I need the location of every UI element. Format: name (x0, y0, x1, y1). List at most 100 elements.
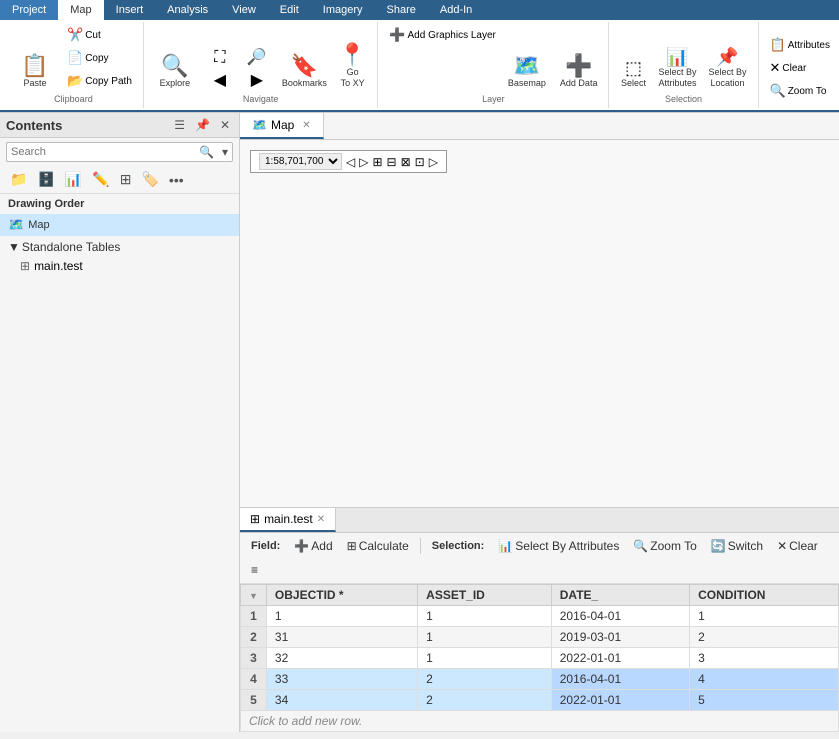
table-row[interactable]: 33212022-01-013 (241, 648, 839, 669)
scale-select[interactable]: 1:58,701,700 (259, 153, 342, 170)
bookmarks-button[interactable]: 🔖 Bookmarks (277, 52, 332, 92)
table-panel-tab[interactable]: ⊞ main.test ✕ (240, 508, 336, 532)
select-by-attributes-button[interactable]: 📊 Select By Attributes (653, 45, 701, 92)
nav-prev[interactable]: ◁ (346, 155, 355, 169)
table-row[interactable]: 53422022-01-015 (241, 690, 839, 711)
cell-date_[interactable]: 2016-04-01 (551, 669, 689, 690)
clear-toolbar-button[interactable]: ✕ Clear (772, 536, 823, 556)
cell-asset_id[interactable]: 2 (418, 690, 552, 711)
tab-view[interactable]: View (220, 0, 268, 20)
table-panel-tab-close[interactable]: ✕ (317, 514, 325, 525)
select-by-attributes-icon: 📊 (666, 48, 688, 66)
cell-objectid[interactable]: 32 (266, 648, 417, 669)
sidebar-tool-pen[interactable]: ✏️ (88, 168, 113, 191)
switch-toolbar-button[interactable]: 🔄 Switch (706, 536, 768, 556)
search-icon[interactable]: 🔍 (195, 143, 218, 161)
sidebar-list-icon[interactable]: ☰ (171, 117, 188, 133)
zoom-to-toolbar-button[interactable]: 🔍 Zoom To (628, 536, 701, 556)
forward-button[interactable]: ▶ (239, 70, 275, 92)
gotoxy-button[interactable]: 📍 Go To XY (334, 41, 371, 92)
nav-next[interactable]: ▷ (359, 155, 368, 169)
map-tabs: 🗺️ Map ✕ (240, 113, 839, 140)
main-test-item[interactable]: ⊞ main.test (0, 256, 239, 276)
select-button[interactable]: ⬚ Select (615, 56, 651, 92)
sidebar-tool-more[interactable]: ••• (165, 169, 188, 191)
paste-icon: 📋 (21, 55, 48, 77)
add-row-label[interactable]: Click to add new row. (241, 711, 839, 732)
map-tab[interactable]: 🗺️ Map ✕ (240, 113, 324, 139)
attr-zoom-button[interactable]: 🔍 Zoom To (765, 80, 835, 102)
table-scroll[interactable]: ▼ OBJECTID * ASSET_ID DATE_ CONDITION 11… (240, 584, 839, 732)
table-row[interactable]: 43322016-04-014 (241, 669, 839, 690)
col-header-objectid[interactable]: OBJECTID * (266, 585, 417, 606)
sidebar-tool-folder[interactable]: 📁 (6, 168, 31, 191)
copy-path-button[interactable]: 📂 Copy Path (62, 70, 137, 92)
tab-map[interactable]: Map (58, 0, 103, 20)
cell-objectid[interactable]: 31 (266, 627, 417, 648)
sidebar-close-icon[interactable]: ✕ (217, 117, 233, 133)
select-by-attributes-toolbar-button[interactable]: 📊 Select By Attributes (493, 536, 624, 556)
collapse-icon[interactable]: ▼ (8, 240, 20, 254)
paste-button[interactable]: 📋 Paste (10, 52, 60, 92)
calculate-button[interactable]: ⊞ Calculate (342, 536, 414, 556)
table-row[interactable]: 1112016-04-011 (241, 606, 839, 627)
cut-button[interactable]: ✂️ Cut (62, 24, 137, 46)
cell-condition[interactable]: 1 (690, 606, 839, 627)
col-header-date[interactable]: DATE_ (551, 585, 689, 606)
cell-condition[interactable]: 3 (690, 648, 839, 669)
tab-edit[interactable]: Edit (268, 0, 311, 20)
map-canvas[interactable]: 1:58,701,700 ◁ ▷ ⊞ ⊟ ⊠ ⊡ ▷ (240, 140, 839, 507)
cell-condition[interactable]: 2 (690, 627, 839, 648)
tab-analysis[interactable]: Analysis (155, 0, 220, 20)
cell-date_[interactable]: 2016-04-01 (551, 606, 689, 627)
search-input[interactable] (7, 144, 195, 160)
fullextent-button[interactable]: ⛶ (202, 47, 238, 69)
add-field-button[interactable]: ➕ Add (289, 536, 337, 556)
attributes-button[interactable]: 📋 Attributes (765, 34, 835, 56)
cell-condition[interactable]: 5 (690, 690, 839, 711)
scale-icon3[interactable]: ⊠ (401, 155, 411, 169)
sidebar-pin-icon[interactable]: 📌 (192, 117, 213, 133)
cell-objectid[interactable]: 34 (266, 690, 417, 711)
sidebar-tool-db[interactable]: 🗄️ (33, 168, 58, 191)
cell-date_[interactable]: 2022-01-01 (551, 690, 689, 711)
map-layer-item[interactable]: 🗺️ Map (0, 214, 239, 236)
search-dropdown-icon[interactable]: ▾ (218, 143, 232, 161)
col-header-condition[interactable]: CONDITION (690, 585, 839, 606)
copy-button[interactable]: 📄 Copy (62, 47, 137, 69)
attr-clear-button[interactable]: ✕ Clear (765, 57, 835, 79)
tab-project[interactable]: Project (0, 0, 58, 20)
scale-icon5[interactable]: ▷ (429, 155, 438, 169)
tab-insert[interactable]: Insert (104, 0, 156, 20)
col-header-assetid[interactable]: ASSET_ID (418, 585, 552, 606)
scale-icon2[interactable]: ⊟ (387, 155, 397, 169)
add-data-button[interactable]: ➕ Add Data (555, 52, 603, 92)
cell-objectid[interactable]: 1 (266, 606, 417, 627)
zoomin-button[interactable]: 🔎 (239, 47, 275, 69)
cell-date_[interactable]: 2022-01-01 (551, 648, 689, 669)
back-button[interactable]: ◀ (202, 70, 238, 92)
scale-icon4[interactable]: ⊡ (415, 155, 425, 169)
add-row-row[interactable]: Click to add new row. (241, 711, 839, 732)
tab-imagery[interactable]: Imagery (311, 0, 375, 20)
cell-condition[interactable]: 4 (690, 669, 839, 690)
cell-objectid[interactable]: 33 (266, 669, 417, 690)
cell-asset_id[interactable]: 1 (418, 648, 552, 669)
cell-asset_id[interactable]: 1 (418, 627, 552, 648)
sidebar-tool-chart[interactable]: 📊 (61, 168, 86, 191)
select-by-location-button[interactable]: 📌 Select By Location (703, 45, 751, 92)
cell-date_[interactable]: 2019-03-01 (551, 627, 689, 648)
table-row[interactable]: 23112019-03-012 (241, 627, 839, 648)
more-toolbar-button[interactable]: ≡ (246, 560, 263, 580)
map-tab-close[interactable]: ✕ (302, 120, 310, 131)
explore-button[interactable]: 🔍 Explore (150, 52, 200, 92)
add-graphics-button[interactable]: ➕ Add Graphics Layer (384, 24, 501, 46)
cell-asset_id[interactable]: 1 (418, 606, 552, 627)
cell-asset_id[interactable]: 2 (418, 669, 552, 690)
sidebar-tool-tag[interactable]: 🏷️ (137, 168, 162, 191)
basemap-button[interactable]: 🗺️ Basemap (503, 52, 551, 92)
tab-share[interactable]: Share (375, 0, 428, 20)
tab-addin[interactable]: Add-In (428, 0, 484, 20)
scale-icon1[interactable]: ⊞ (372, 155, 382, 169)
sidebar-tool-grid[interactable]: ⊞ (116, 168, 136, 191)
